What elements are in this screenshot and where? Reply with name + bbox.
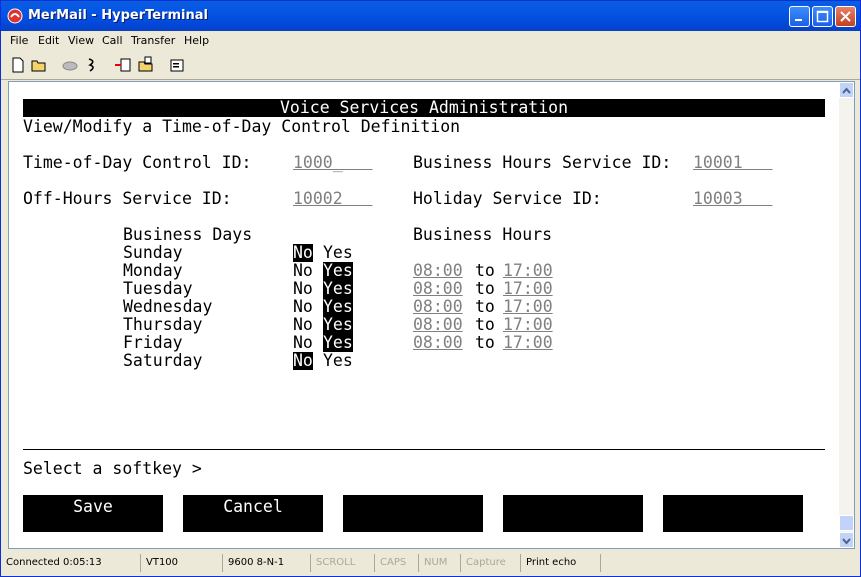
- hours-to-label: to: [475, 279, 495, 298]
- business-hours-header: Business Hours: [413, 225, 553, 244]
- chevron-up-icon: [842, 87, 851, 94]
- app-window: MerMail - HyperTerminal File Edit View C…: [0, 0, 861, 577]
- minimize-icon: [795, 19, 802, 21]
- softkey-label: Save: [73, 497, 113, 516]
- day-yes-option[interactable]: Yes: [323, 298, 353, 316]
- hours-start-field[interactable]: 08:00: [413, 262, 463, 280]
- softkey-save[interactable]: Save: [23, 495, 163, 532]
- softkey-3[interactable]: [343, 495, 483, 532]
- maximize-icon: [816, 10, 829, 23]
- day-no-option[interactable]: No: [293, 316, 313, 334]
- hours-start-field[interactable]: 08:00: [413, 298, 463, 316]
- day-yes-option[interactable]: Yes: [323, 316, 353, 334]
- status-print-echo: Print echo: [521, 554, 601, 572]
- hyperterminal-icon: [7, 8, 23, 24]
- business-hours-service-label: Business Hours Service ID:: [413, 153, 672, 172]
- status-settings: 9600 8-N-1: [223, 554, 311, 572]
- menu-file[interactable]: File: [10, 34, 28, 47]
- holiday-service-label: Holiday Service ID:: [413, 189, 602, 208]
- hours-start-field[interactable]: 08:00: [413, 334, 463, 352]
- scroll-down-button[interactable]: [839, 532, 854, 548]
- menu-bar: File Edit View Call Transfer Help: [1, 31, 860, 51]
- close-icon: [840, 11, 851, 22]
- hours-to-label: to: [475, 297, 495, 316]
- hours-end-field[interactable]: 17:00: [503, 262, 553, 280]
- day-name: Wednesday: [123, 297, 213, 316]
- receive-icon[interactable]: [137, 56, 155, 74]
- day-yes-option[interactable]: Yes: [323, 352, 353, 370]
- title-bar[interactable]: MerMail - HyperTerminal: [1, 1, 860, 31]
- hours-to-label: to: [475, 333, 495, 352]
- disconnect-icon[interactable]: [61, 56, 79, 74]
- hours-start-field[interactable]: 08:00: [413, 280, 463, 298]
- day-name: Sunday: [123, 243, 183, 262]
- scroll-up-button[interactable]: [839, 82, 854, 98]
- day-no-option[interactable]: No: [293, 334, 313, 352]
- window-title: MerMail - HyperTerminal: [28, 8, 208, 23]
- day-yes-option[interactable]: Yes: [323, 262, 353, 280]
- hours-to-label: to: [475, 315, 495, 334]
- day-no-option[interactable]: No: [293, 280, 313, 298]
- status-capture: Capture: [461, 554, 521, 572]
- minimize-button[interactable]: [789, 6, 810, 27]
- screen-header: Voice Services Administration: [23, 99, 825, 117]
- screen-subtitle: View/Modify a Time-of-Day Control Defini…: [23, 117, 461, 136]
- chevron-down-icon: [842, 538, 851, 545]
- hours-start-field[interactable]: 08:00: [413, 316, 463, 334]
- off-hours-service-label: Off-Hours Service ID:: [23, 189, 232, 208]
- status-caps: CAPS: [375, 554, 419, 572]
- toolbar: [1, 51, 860, 80]
- menu-call[interactable]: Call: [102, 34, 123, 47]
- close-button[interactable]: [835, 6, 856, 27]
- day-no-option[interactable]: No: [293, 244, 313, 262]
- status-scroll: SCROLL: [311, 554, 375, 572]
- maximize-button[interactable]: [812, 6, 833, 27]
- hours-end-field[interactable]: 17:00: [503, 334, 553, 352]
- hours-end-field[interactable]: 17:00: [503, 298, 553, 316]
- softkey-prompt: Select a softkey >: [23, 459, 202, 478]
- day-yes-option[interactable]: Yes: [323, 334, 353, 352]
- new-icon[interactable]: [9, 56, 27, 74]
- status-emulation: VT100: [141, 554, 223, 572]
- day-no-option[interactable]: No: [293, 262, 313, 280]
- status-connected: Connected 0:05:13: [1, 554, 141, 572]
- day-yes-option[interactable]: Yes: [323, 280, 353, 298]
- day-name: Friday: [123, 333, 183, 352]
- menu-transfer[interactable]: Transfer: [131, 34, 175, 47]
- day-name: Thursday: [123, 315, 203, 334]
- hours-end-field[interactable]: 17:00: [503, 316, 553, 334]
- status-num: NUM: [419, 554, 461, 572]
- day-yes-option[interactable]: Yes: [323, 244, 353, 262]
- terminal-screen[interactable]: Voice Services Administration View/Modif…: [9, 82, 839, 548]
- tod-id-field[interactable]: 1000_: [293, 154, 372, 172]
- day-no-option[interactable]: No: [293, 352, 313, 370]
- send-icon[interactable]: [114, 56, 132, 74]
- day-name: Tuesday: [123, 279, 193, 298]
- menu-help[interactable]: Help: [184, 34, 209, 47]
- properties-icon[interactable]: [168, 56, 186, 74]
- menu-edit[interactable]: Edit: [38, 34, 59, 47]
- holiday-service-field[interactable]: 10003: [693, 190, 772, 208]
- day-name: Monday: [123, 261, 183, 280]
- vertical-scrollbar[interactable]: [839, 82, 854, 548]
- off-hours-service-field[interactable]: 10002: [293, 190, 372, 208]
- status-bar: Connected 0:05:13 VT100 9600 8-N-1 SCROL…: [1, 552, 860, 576]
- softkey-cancel[interactable]: Cancel: [183, 495, 323, 532]
- hours-to-label: to: [475, 261, 495, 280]
- softkey-label: Cancel: [223, 497, 283, 516]
- softkey-5[interactable]: [663, 495, 803, 532]
- day-no-option[interactable]: No: [293, 298, 313, 316]
- softkey-4[interactable]: [503, 495, 643, 532]
- tod-id-label: Time-of-Day Control ID:: [23, 153, 252, 172]
- menu-view[interactable]: View: [68, 34, 94, 47]
- dial-icon[interactable]: [84, 56, 102, 74]
- business-hours-service-field[interactable]: 10001: [693, 154, 772, 172]
- divider: [23, 449, 825, 450]
- scroll-thumb[interactable]: [839, 515, 854, 531]
- day-name: Saturday: [123, 351, 203, 370]
- open-icon[interactable]: [30, 56, 48, 74]
- terminal-frame: Voice Services Administration View/Modif…: [8, 81, 855, 549]
- hours-end-field[interactable]: 17:00: [503, 280, 553, 298]
- business-days-header: Business Days: [123, 225, 253, 244]
